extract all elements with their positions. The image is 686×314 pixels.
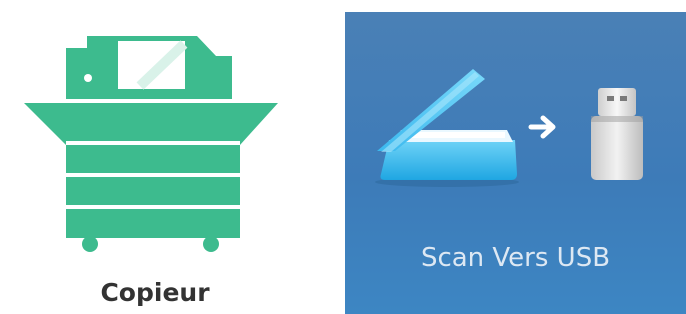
copier-label: Copieur (100, 278, 210, 307)
copier-icon (24, 36, 278, 252)
copier-tile[interactable]: Copieur (0, 0, 330, 314)
scan-to-usb-graphic (375, 69, 643, 187)
usb-drive-icon (591, 88, 643, 180)
scan-to-usb-label: Scan Vers USB (420, 243, 611, 273)
scan-to-usb-tile[interactable]: Scan Vers USB (345, 12, 686, 314)
scanner-icon (375, 69, 519, 187)
arrow-right-icon (528, 115, 556, 139)
